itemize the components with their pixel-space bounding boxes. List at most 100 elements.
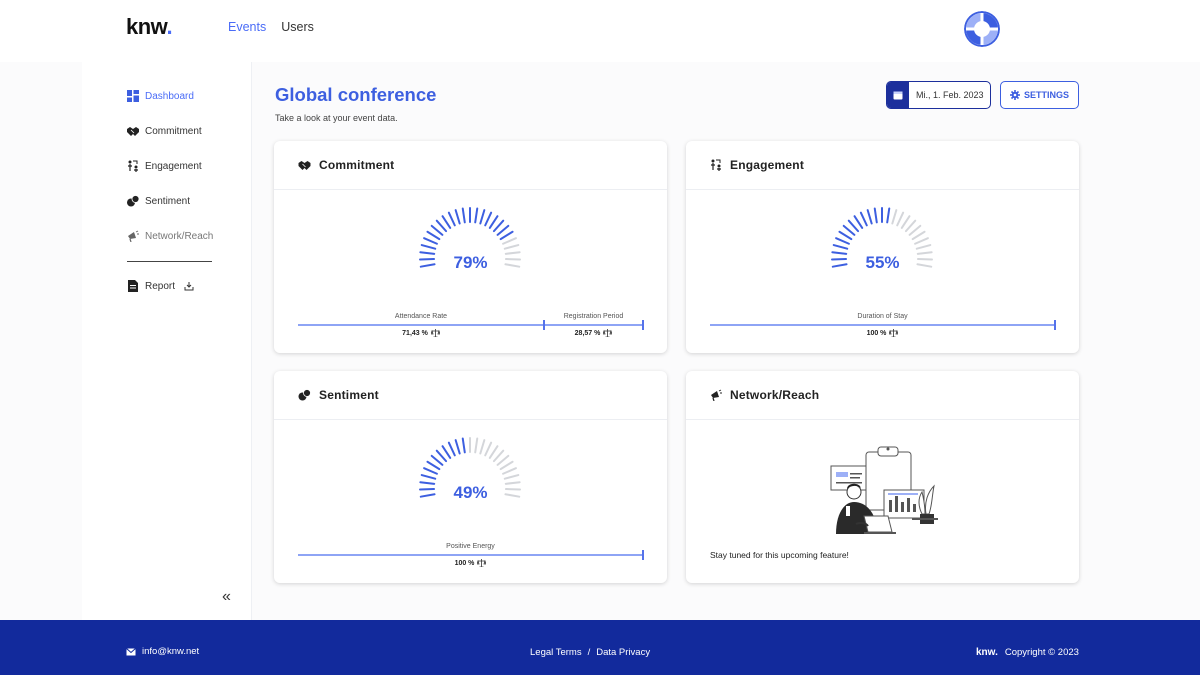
handshake-icon xyxy=(127,127,139,136)
card-title: Network/Reach xyxy=(730,388,820,402)
sidebar-item-label: Report xyxy=(145,280,176,292)
document-icon xyxy=(128,280,138,292)
card-body: Stay tuned for this upcoming feature! xyxy=(686,420,1079,583)
sidebar-item-commitment[interactable]: Commitment xyxy=(127,125,202,137)
settings-button[interactable]: SETTINGS xyxy=(1000,81,1079,109)
footer-copyright: knw. Copyright © 2023 xyxy=(976,647,1079,658)
settings-label: SETTINGS xyxy=(1023,90,1069,100)
email-text: info@knw.net xyxy=(142,646,200,657)
registration-period-value: 28,57 % xyxy=(544,329,643,337)
sentiment-icon xyxy=(127,195,139,207)
engagement-gauge xyxy=(831,207,933,268)
gauge-tick-active xyxy=(842,224,856,236)
bar-value-text: 100 % xyxy=(866,329,887,337)
gauge-tick-active xyxy=(474,207,479,224)
registration-period-label: Registration Period xyxy=(563,313,624,320)
gauge-tick-active xyxy=(426,230,441,241)
gauge-tick-inactive xyxy=(896,211,905,227)
download-icon[interactable] xyxy=(184,281,194,291)
gauge-tick-inactive xyxy=(503,474,520,480)
card-header: Commitment xyxy=(274,141,667,190)
gauge-tick-inactive xyxy=(484,441,493,457)
bar-value-text: 28,57 % xyxy=(574,329,601,337)
footer-link-separator: / xyxy=(587,647,591,658)
gauge-tick-active xyxy=(835,237,850,245)
sentiment-gauge xyxy=(419,437,521,498)
duration-of-stay-label: Duration of Stay xyxy=(857,313,908,320)
calendar-icon-box xyxy=(887,82,909,108)
footer-email[interactable]: info@knw.net xyxy=(126,646,199,657)
scale-icon[interactable] xyxy=(603,329,613,337)
gauge-tick-active xyxy=(423,467,438,475)
positive-energy-label: Positive Energy xyxy=(446,543,495,550)
sidebar-item-label: Network/Reach xyxy=(145,230,214,242)
card-body: 49% Positive Energy 100 % xyxy=(274,420,667,583)
nav-users[interactable]: Users xyxy=(281,20,314,34)
analyst-illustration xyxy=(830,446,938,534)
gauge-tick-inactive xyxy=(503,244,520,250)
date-picker[interactable]: Mi., 1. Feb. 2023 xyxy=(886,81,991,109)
card-body: 55% Duration of Stay 100 % xyxy=(686,190,1079,353)
data-privacy-link[interactable]: Data Privacy xyxy=(596,647,650,658)
sidebar-item-report[interactable]: Report xyxy=(127,280,194,292)
card-body: 79% Attendance Rate Registration Period … xyxy=(274,190,667,353)
card-title: Engagement xyxy=(730,158,805,172)
gauge-tick-inactive xyxy=(474,437,479,454)
sidebar-divider xyxy=(127,261,212,262)
megaphone-icon xyxy=(711,389,722,401)
gauge-tick-active xyxy=(499,230,514,241)
gauge-tick-inactive xyxy=(502,237,517,245)
gauge-tick-active xyxy=(423,237,438,245)
gauge-tick-active xyxy=(441,445,452,459)
handshake-icon xyxy=(298,161,311,170)
gauge-tick-inactive xyxy=(900,215,911,229)
top-navigation: Events Users xyxy=(228,20,314,34)
sidebar-item-label: Commitment xyxy=(145,125,202,137)
gauge-tick-active xyxy=(420,474,437,480)
collapse-sidebar-button[interactable]: « xyxy=(222,588,231,606)
scale-icon[interactable] xyxy=(477,559,487,567)
sentiment-card: Sentiment 49% Positive Energy 100 % xyxy=(274,371,667,583)
brand-logo[interactable]: knw. xyxy=(126,14,173,40)
sidebar-item-dashboard[interactable]: Dashboard xyxy=(127,90,194,102)
gauge-tick-inactive xyxy=(479,439,486,455)
nav-events[interactable]: Events xyxy=(228,20,266,34)
gauge-tick-active xyxy=(873,207,878,224)
gauge-tick-active xyxy=(430,224,444,236)
footer: info@knw.net Legal Terms / Data Privacy … xyxy=(0,620,1200,675)
mail-icon xyxy=(126,647,136,655)
gauge-tick-inactive xyxy=(915,244,932,250)
card-header: Engagement xyxy=(686,141,1079,190)
gauge-tick-inactive xyxy=(914,237,929,245)
page-subtitle: Take a look at your event data. xyxy=(275,113,398,123)
calendar-icon xyxy=(893,91,903,100)
engagement-bar-track xyxy=(710,324,1055,326)
gauge-tick-active xyxy=(447,441,456,457)
gauge-tick-active xyxy=(838,230,853,241)
network-reach-card: Network/Reach Stay tuned for this upcomi… xyxy=(686,371,1079,583)
engagement-card: Engagement 55% Duration of Stay 100 % xyxy=(686,141,1079,353)
attendance-rate-label: Attendance Rate xyxy=(394,313,448,320)
bar-value-text: 71,43 % xyxy=(402,329,428,337)
commitment-card: Commitment 79% Attendance Rate Registrat… xyxy=(274,141,667,353)
gauge-tick-active xyxy=(847,219,860,233)
commitment-gauge-value: 79% xyxy=(453,253,488,272)
scale-icon[interactable] xyxy=(430,329,440,337)
gauge-tick-active xyxy=(420,244,437,250)
card-title: Commitment xyxy=(319,158,395,172)
user-avatar[interactable] xyxy=(964,11,1000,47)
logo-text: knw xyxy=(126,14,167,39)
date-value: Mi., 1. Feb. 2023 xyxy=(916,90,984,100)
gauge-tick-active xyxy=(435,219,448,233)
scale-icon[interactable] xyxy=(889,329,899,337)
card-header: Network/Reach xyxy=(686,371,1079,420)
sidebar-item-network-reach[interactable]: Network/Reach xyxy=(127,230,213,242)
gauge-tick-active xyxy=(435,449,448,463)
gauge-tick-active xyxy=(430,454,444,466)
gauge-tick-inactive xyxy=(904,219,917,233)
double-chevron-left-icon: « xyxy=(222,588,231,605)
sidebar-item-sentiment[interactable]: Sentiment xyxy=(127,195,190,207)
sidebar-item-engagement[interactable]: Engagement xyxy=(127,160,202,172)
megaphone-icon xyxy=(128,230,139,242)
legal-terms-link[interactable]: Legal Terms xyxy=(530,647,582,658)
